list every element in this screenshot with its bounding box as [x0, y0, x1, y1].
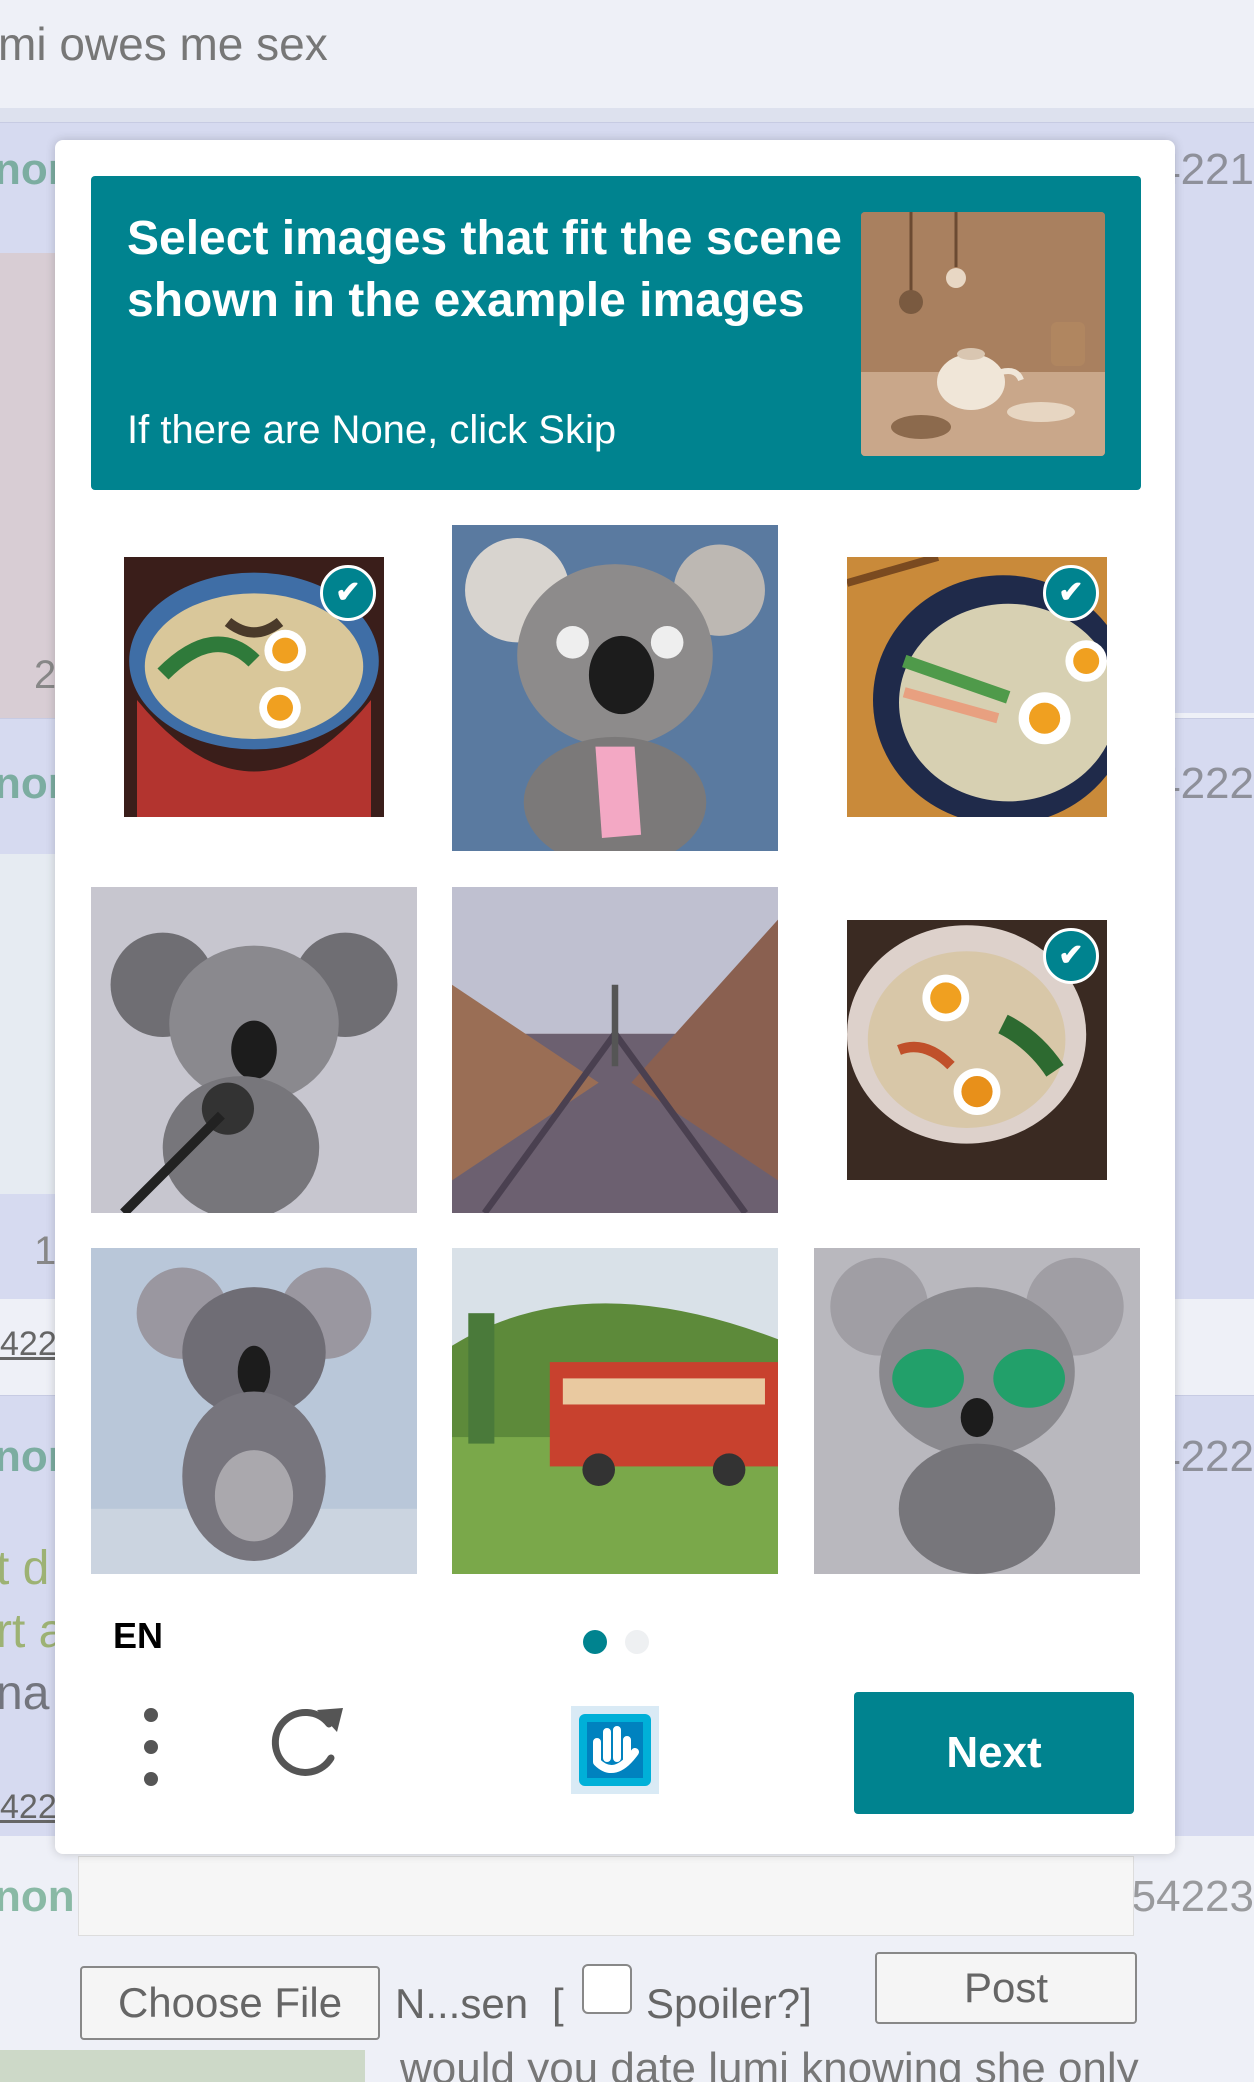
checkmark-icon: ✔: [320, 565, 376, 621]
challenge-tile[interactable]: ✔: [124, 557, 384, 817]
post-text: na: [0, 1667, 50, 1720]
challenge-tile[interactable]: [452, 887, 778, 1213]
spoiler-checkbox[interactable]: [582, 1964, 632, 2014]
refresh-icon[interactable]: [261, 1700, 347, 1786]
challenge-tile[interactable]: [814, 1248, 1140, 1574]
post-thumbnail[interactable]: [0, 2050, 365, 2082]
reply-count: 2: [34, 653, 57, 697]
thread-subject: mi owes me sex: [0, 0, 1254, 108]
greentext-line: t d: [0, 1542, 50, 1595]
spoiler-label: Spoiler?]: [646, 1980, 812, 2027]
next-button[interactable]: Next: [854, 1692, 1134, 1814]
captcha-dialog: Select images that fit the scene shown i…: [55, 140, 1175, 1854]
challenge-tile[interactable]: [91, 1248, 417, 1574]
challenge-tile[interactable]: [91, 887, 417, 1213]
quote-link[interactable]: 422: [0, 1788, 57, 1827]
divider: [0, 108, 1254, 122]
language-selector[interactable]: EN: [113, 1615, 163, 1657]
post-button[interactable]: Post: [875, 1952, 1137, 2024]
quote-link[interactable]: 422: [0, 1325, 57, 1364]
post-text: would you date lumi knowing she only: [400, 2044, 1139, 2082]
comment-textarea[interactable]: [78, 1856, 1134, 1936]
challenge-header: Select images that fit the scene shown i…: [91, 176, 1141, 490]
menu-dots-icon[interactable]: [137, 1708, 165, 1798]
challenge-title: Select images that fit the scene shown i…: [127, 212, 842, 327]
challenge-subtitle: If there are None, click Skip: [127, 408, 617, 452]
post-form: Choose File N...sen [ Spoiler?] Post wou…: [0, 1940, 1254, 2082]
poster-name: non: [0, 1872, 75, 1921]
post-number[interactable]: 54223: [1132, 1872, 1254, 1922]
hcaptcha-logo-icon[interactable]: [557, 1692, 673, 1808]
file-name: N...sen: [395, 1980, 529, 2027]
post-thumbnail[interactable]: [0, 854, 56, 1194]
challenge-tile[interactable]: ✔: [847, 557, 1107, 817]
reply-count: 1: [34, 1229, 57, 1273]
example-image: [861, 212, 1105, 456]
spoiler-bracket: [: [552, 1980, 564, 2027]
challenge-tile[interactable]: [452, 525, 778, 851]
page-indicator-active: [583, 1630, 607, 1654]
checkmark-icon: ✔: [1043, 928, 1099, 984]
checkmark-icon: ✔: [1043, 565, 1099, 621]
page-indicator-inactive: [625, 1630, 649, 1654]
challenge-tile[interactable]: [452, 1248, 778, 1574]
challenge-tile[interactable]: ✔: [847, 920, 1107, 1180]
choose-file-button[interactable]: Choose File: [80, 1966, 380, 2040]
